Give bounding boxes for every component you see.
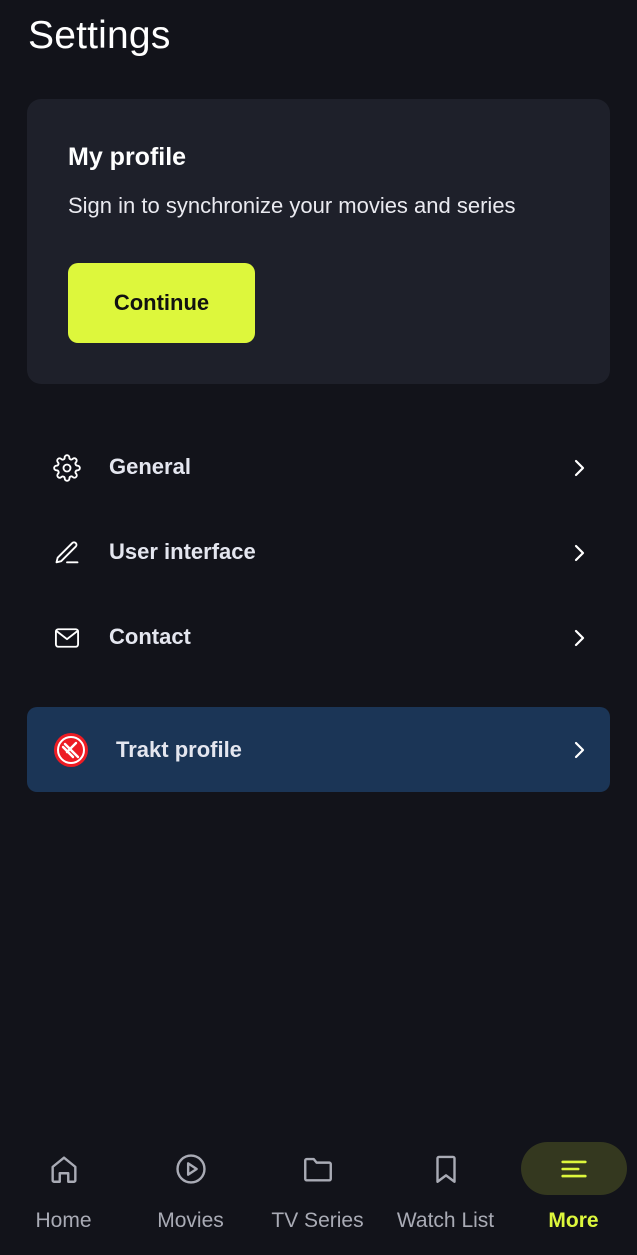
- nav-label: Movies: [157, 1209, 224, 1232]
- nav-item-movies[interactable]: Movies: [127, 1130, 254, 1255]
- continue-button[interactable]: Continue: [68, 263, 255, 343]
- chevron-right-icon: [574, 629, 585, 647]
- nav-icon-container: [393, 1142, 499, 1195]
- menu-item-label: General: [109, 454, 191, 479]
- trakt-profile-label: Trakt profile: [116, 737, 242, 762]
- envelope-icon: [54, 628, 80, 648]
- nav-icon-container: [265, 1142, 371, 1195]
- nav-item-watch-list[interactable]: Watch List: [382, 1130, 509, 1255]
- trakt-logo-icon: [54, 733, 88, 767]
- nav-icon-container-active: [520, 1142, 627, 1195]
- menu-lines-icon: [560, 1160, 587, 1177]
- nav-item-tv-series[interactable]: TV Series: [254, 1130, 381, 1255]
- page-title: Settings: [28, 14, 171, 57]
- profile-title: My profile: [68, 143, 187, 171]
- chevron-right-icon: [574, 459, 585, 477]
- profile-subtitle: Sign in to synchronize your movies and s…: [68, 193, 516, 218]
- home-icon: [50, 1155, 77, 1183]
- chevron-right-icon: [574, 544, 585, 562]
- menu-item-contact[interactable]: Contact: [27, 602, 610, 672]
- gear-icon: [53, 454, 81, 482]
- settings-screen: Settings My profile Sign in to synchroni…: [0, 0, 637, 1255]
- pen-icon: [55, 541, 79, 564]
- nav-label: TV Series: [271, 1209, 364, 1232]
- play-circle-icon: [175, 1153, 206, 1184]
- menu-item-label: User interface: [109, 539, 256, 564]
- menu-item-label: Contact: [109, 624, 191, 649]
- menu-item-general[interactable]: General: [27, 432, 610, 502]
- nav-label: Home: [35, 1209, 92, 1232]
- nav-icon-container: [11, 1142, 117, 1195]
- folder-icon: [303, 1157, 332, 1182]
- nav-icon-container: [138, 1142, 244, 1195]
- profile-card: My profile Sign in to synchronize your m…: [27, 99, 610, 384]
- menu-item-user-interface[interactable]: User interface: [27, 517, 610, 587]
- bookmark-icon: [435, 1155, 456, 1183]
- nav-item-more[interactable]: More: [510, 1130, 637, 1255]
- nav-label: Watch List: [396, 1209, 495, 1232]
- nav-item-home[interactable]: Home: [0, 1130, 127, 1255]
- chevron-right-icon: [574, 741, 585, 759]
- nav-label: More: [548, 1209, 599, 1232]
- bottom-navigation: Home Movies TV Series Watch List More: [0, 1130, 637, 1255]
- trakt-profile-item[interactable]: Trakt profile: [27, 707, 610, 792]
